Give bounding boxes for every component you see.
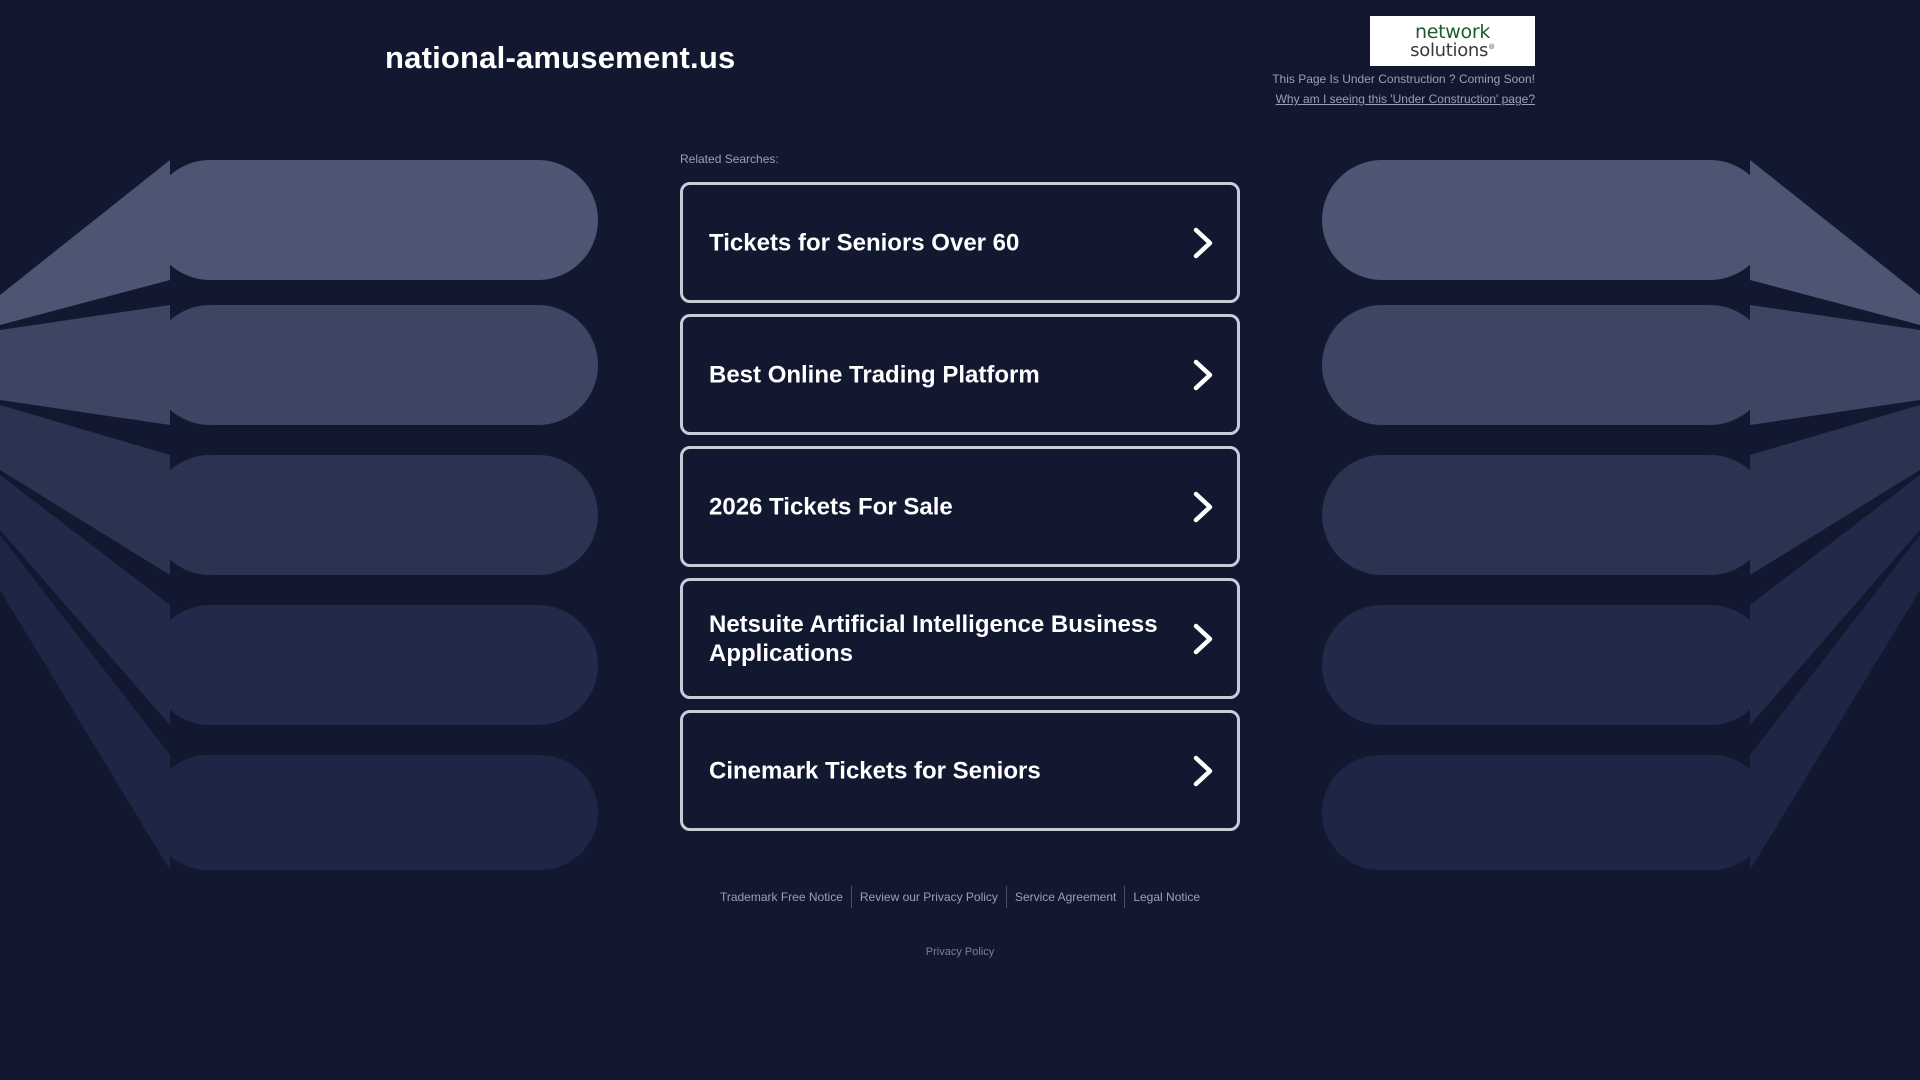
footer-links: Trademark Free Notice Review our Privacy… bbox=[680, 886, 1240, 908]
related-search-text: Cinemark Tickets for Seniors bbox=[709, 757, 1041, 784]
related-searches-label: Related Searches: bbox=[680, 152, 779, 166]
related-search-item[interactable]: Cinemark Tickets for Seniors bbox=[680, 710, 1240, 831]
related-search-text: 2026 Tickets For Sale bbox=[709, 493, 953, 520]
privacy-policy-review-link[interactable]: Review our Privacy Policy bbox=[850, 886, 1006, 908]
chevron-right-icon bbox=[1193, 623, 1213, 654]
logo-line-2-text: solutions bbox=[1410, 39, 1489, 61]
related-search-text: Tickets for Seniors Over 60 bbox=[709, 229, 1020, 256]
related-search-text: Netsuite Artificial Intelligence Busines… bbox=[709, 610, 1158, 667]
construction-notice: This Page Is Under Construction ? Coming… bbox=[1272, 72, 1535, 86]
related-search-text: Best Online Trading Platform bbox=[709, 361, 1040, 388]
chevron-right-icon bbox=[1193, 491, 1213, 522]
why-construction-link[interactable]: Why am I seeing this 'Under Construction… bbox=[1276, 92, 1535, 106]
chevron-right-icon bbox=[1193, 755, 1213, 786]
privacy-policy-link[interactable]: Privacy Policy bbox=[680, 946, 1240, 958]
trademark-notice-link[interactable]: Trademark Free Notice bbox=[712, 886, 851, 908]
domain-title: national-amusement.us bbox=[385, 40, 736, 75]
related-search-item[interactable]: Netsuite Artificial Intelligence Busines… bbox=[680, 578, 1240, 699]
related-search-item[interactable]: Tickets for Seniors Over 60 bbox=[680, 182, 1240, 303]
service-agreement-link[interactable]: Service Agreement bbox=[1005, 886, 1124, 908]
chevron-right-icon bbox=[1193, 227, 1213, 258]
registered-mark-icon: ® bbox=[1488, 42, 1495, 51]
legal-notice-link[interactable]: Legal Notice bbox=[1124, 886, 1208, 908]
page: national-amusement.us network solutions®… bbox=[0, 0, 1920, 1080]
related-searches-list: Tickets for Seniors Over 60 Best Online … bbox=[680, 182, 1240, 842]
chevron-right-icon bbox=[1193, 359, 1213, 390]
related-search-item[interactable]: Best Online Trading Platform bbox=[680, 314, 1240, 435]
logo-line-2: solutions® bbox=[1410, 39, 1495, 61]
related-search-item[interactable]: 2026 Tickets For Sale bbox=[680, 446, 1240, 567]
network-solutions-logo[interactable]: network solutions® bbox=[1370, 16, 1535, 66]
right-decoration bbox=[1322, 160, 1920, 870]
left-decoration bbox=[0, 160, 598, 870]
